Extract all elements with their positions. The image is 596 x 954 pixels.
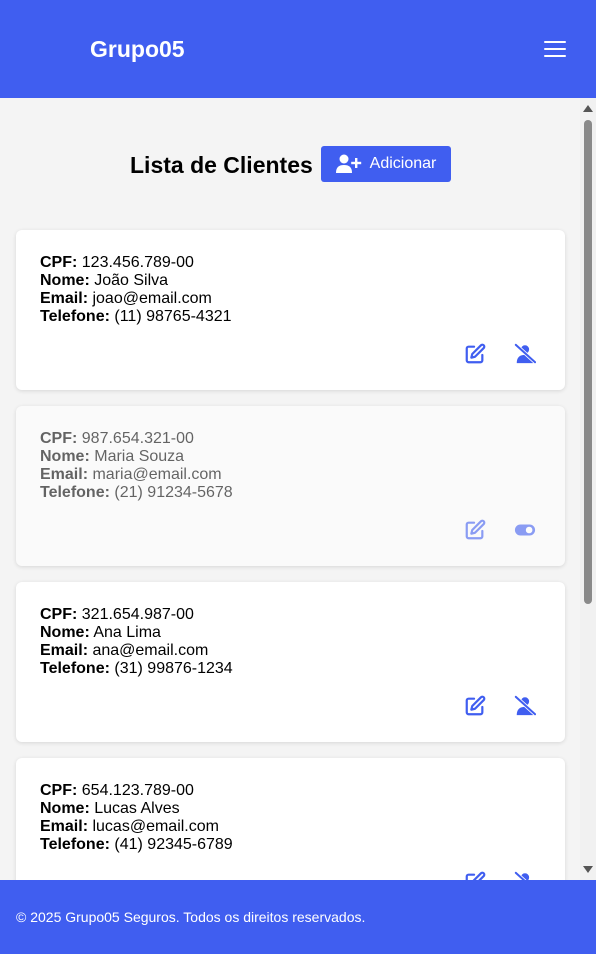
main-content: Lista de Clientes Adicionar CPF: 123.456… [0,98,596,880]
client-email-value: ana@email.com [92,642,209,659]
client-cpf-value: 123.456.789-00 [81,254,194,271]
edit-icon[interactable] [463,870,487,880]
hamburger-menu-icon[interactable] [544,41,566,61]
client-telefone-label: Telefone: [40,484,110,501]
client-telefone-label: Telefone: [40,660,110,677]
title-row: Lista de Clientes Adicionar [0,146,580,182]
client-cpf-value: 654.123.789-00 [81,782,194,799]
client-cpf-label: CPF: [40,606,78,623]
scroll-thumb[interactable] [584,120,592,604]
client-actions [463,870,537,880]
client-telefone-row: Telefone: (11) 98765-4321 [40,308,232,326]
client-nome-value: Lucas Alves [94,800,180,817]
client-email-value: lucas@email.com [92,818,219,835]
client-info: CPF: 654.123.789-00 Nome: Lucas Alves Emai… [40,782,233,854]
client-telefone-row: Telefone: (31) 99876-1234 [40,660,233,678]
client-telefone-label: Telefone: [40,836,110,853]
client-cpf-label: CPF: [40,782,78,799]
client-nome-row: Nome: Maria Souza [40,448,233,466]
client-card: CPF: 123.456.789-00 Nome: João Silva Email… [16,230,565,390]
client-nome-label: Nome: [40,800,90,817]
client-cpf-row: CPF: 654.123.789-00 [40,782,233,800]
add-button-label: Adicionar [369,155,437,172]
client-nome-value: Maria Souza [94,448,185,465]
app-footer: © 2025 Grupo05 Seguros. Todos os direito… [0,880,596,954]
client-cpf-value: 321.654.987-00 [81,606,194,623]
client-telefone-value: (41) 92345-6789 [114,836,233,853]
client-telefone-row: Telefone: (21) 91234-5678 [40,484,233,502]
client-cpf-value: 987.654.321-00 [81,430,194,447]
client-nome-value: João Silva [94,272,169,289]
user-slash-icon[interactable] [513,870,537,880]
client-email-row: Email: maria@email.com [40,466,233,484]
client-nome-row: Nome: João Silva [40,272,232,290]
client-email-row: Email: ana@email.com [40,642,233,660]
client-email-value: maria@email.com [92,466,222,483]
client-info: CPF: 321.654.987-00 Nome: Ana Lima Email: … [40,606,233,678]
scrollbar[interactable] [580,98,596,880]
user-slash-icon[interactable] [513,342,537,366]
client-telefone-label: Telefone: [40,308,110,325]
add-client-button[interactable]: Adicionar [321,146,451,182]
app-header: Grupo05 [0,0,596,98]
client-nome-label: Nome: [40,448,90,465]
edit-icon[interactable] [463,694,487,718]
client-cpf-label: CPF: [40,430,78,447]
toggle-on-icon[interactable] [513,518,537,542]
client-cpf-label: CPF: [40,254,78,271]
client-nome-row: Nome: Lucas Alves [40,800,233,818]
scroll-down-arrow-icon[interactable] [583,866,593,873]
scroll-up-arrow-icon[interactable] [583,105,593,112]
client-cpf-row: CPF: 321.654.987-00 [40,606,233,624]
edit-icon[interactable] [463,342,487,366]
client-card: CPF: 987.654.321-00 Nome: Maria Souza Emai… [16,406,565,566]
client-nome-value: Ana Lima [93,624,161,641]
client-email-value: joao@email.com [92,290,212,307]
client-actions [463,342,537,366]
user-plus-icon [335,154,361,173]
client-telefone-value: (21) 91234-5678 [114,484,233,501]
client-telefone-value: (11) 98765-4321 [114,308,232,325]
client-email-label: Email: [40,466,89,483]
client-email-label: Email: [40,642,89,659]
client-email-label: Email: [40,818,89,835]
client-cpf-row: CPF: 987.654.321-00 [40,430,233,448]
client-card: CPF: 321.654.987-00 Nome: Ana Lima Email: … [16,582,565,742]
client-actions [463,694,537,718]
brand-logo[interactable]: Grupo05 [90,36,185,63]
client-cpf-row: CPF: 123.456.789-00 [40,254,232,272]
client-info: CPF: 123.456.789-00 Nome: João Silva Email… [40,254,232,326]
client-card: CPF: 654.123.789-00 Nome: Lucas Alves Emai… [16,758,565,880]
client-nome-label: Nome: [40,272,90,289]
client-email-label: Email: [40,290,89,307]
client-info: CPF: 987.654.321-00 Nome: Maria Souza Emai… [40,430,233,502]
client-telefone-value: (31) 99876-1234 [114,660,233,677]
client-email-row: Email: joao@email.com [40,290,232,308]
client-telefone-row: Telefone: (41) 92345-6789 [40,836,233,854]
page-title: Lista de Clientes [130,152,313,178]
footer-copyright: © 2025 Grupo05 Seguros. Todos os direito… [16,909,366,925]
client-email-row: Email: lucas@email.com [40,818,233,836]
user-slash-icon[interactable] [513,694,537,718]
client-actions [463,518,537,542]
client-nome-label: Nome: [40,624,90,641]
client-nome-row: Nome: Ana Lima [40,624,233,642]
edit-icon[interactable] [463,518,487,542]
